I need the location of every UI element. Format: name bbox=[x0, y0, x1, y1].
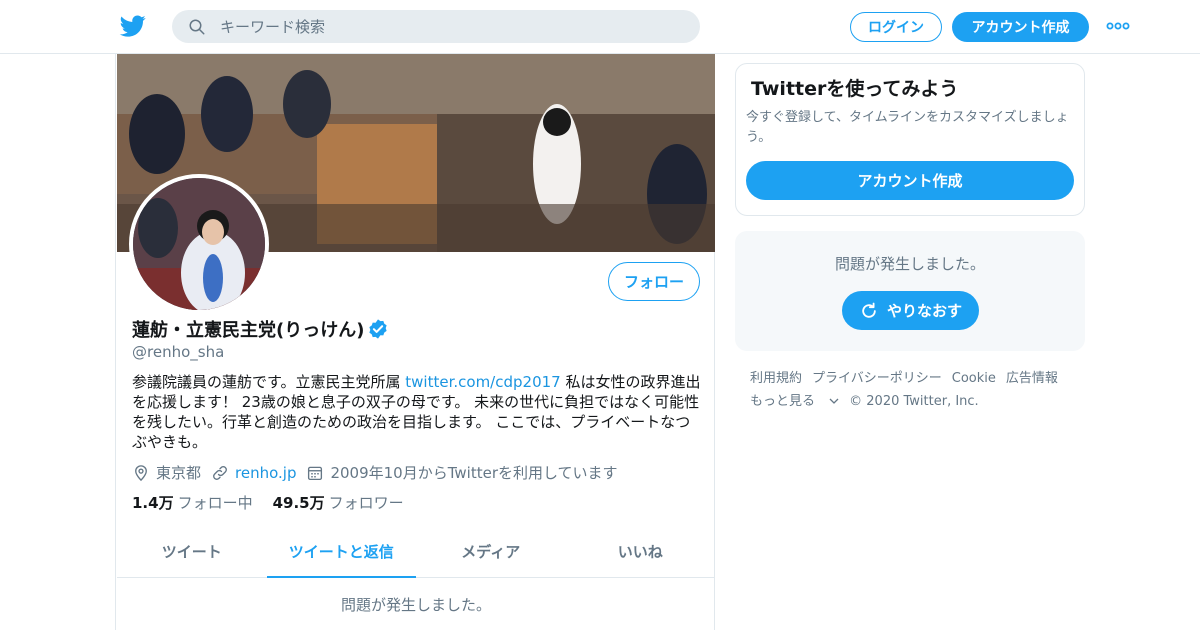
location-item: 東京都 bbox=[132, 462, 201, 483]
tab-tweets[interactable]: ツイート bbox=[117, 526, 267, 577]
profile-handle: @renho_sha bbox=[132, 343, 225, 361]
retry-button[interactable]: やりなおす bbox=[842, 291, 979, 330]
avatar-photo bbox=[133, 178, 265, 310]
profile-tabs: ツイート ツイートと返信 メディア いいね bbox=[117, 526, 715, 578]
follow-button[interactable]: フォロー bbox=[608, 262, 700, 301]
signup-card: Twitterを使ってみよう 今すぐ登録して、タイムラインをカスタマイズしましょ… bbox=[735, 63, 1085, 216]
signup-card-title: Twitterを使ってみよう bbox=[751, 78, 959, 100]
footer-more-button[interactable]: もっと見る bbox=[750, 390, 839, 413]
footer-link-privacy[interactable]: プライバシーポリシー bbox=[812, 367, 942, 390]
retry-label: やりなおす bbox=[886, 302, 962, 320]
footer-link-ads[interactable]: 広告情報 bbox=[1006, 367, 1058, 390]
followers-count: 49.5万 bbox=[272, 494, 325, 512]
following-label: フォロー中 bbox=[177, 494, 253, 512]
tab-tweets-and-replies[interactable]: ツイートと返信 bbox=[266, 526, 417, 578]
signup-card-button[interactable]: アカウント作成 bbox=[746, 161, 1074, 200]
location-text: 東京都 bbox=[156, 464, 202, 482]
more-options-icon[interactable] bbox=[1106, 20, 1130, 32]
bio-text: 参議院議員の蓮舫です。立憲民主党所属 bbox=[132, 373, 406, 391]
signup-button[interactable]: アカウント作成 bbox=[952, 12, 1089, 42]
twitter-bird-icon[interactable] bbox=[119, 13, 147, 39]
top-navigation-bar: ログイン アカウント作成 bbox=[0, 0, 1200, 54]
website-item: renho.jp bbox=[211, 464, 296, 482]
profile-avatar[interactable] bbox=[129, 174, 269, 314]
following-count: 1.4万 bbox=[132, 494, 174, 512]
search-box[interactable] bbox=[172, 10, 700, 43]
footer-link-cookie[interactable]: Cookie bbox=[952, 367, 996, 390]
search-input[interactable] bbox=[220, 10, 680, 43]
tab-likes[interactable]: いいね bbox=[566, 526, 716, 577]
chevron-down-icon bbox=[829, 398, 839, 404]
followers-label: フォロワー bbox=[328, 494, 404, 512]
sidebar-footer: 利用規約 プライバシーポリシー Cookie 広告情報 もっと見る © 2020 Tw… bbox=[750, 367, 1080, 413]
search-icon bbox=[189, 19, 205, 35]
timeline-error-message: 問題が発生しました。 bbox=[340, 595, 491, 614]
bio-link[interactable]: twitter.com/cdp2017 bbox=[405, 373, 560, 391]
verified-badge-icon bbox=[369, 319, 388, 339]
sidebar-error-card: 問題が発生しました。 やりなおす bbox=[735, 231, 1085, 351]
joined-item: 2009年10月からTwitterを利用しています bbox=[306, 462, 618, 483]
link-icon bbox=[213, 465, 227, 480]
sidebar-error-message: 問題が発生しました。 bbox=[834, 255, 985, 273]
login-button[interactable]: ログイン bbox=[850, 12, 942, 42]
location-pin-icon bbox=[135, 464, 147, 481]
refresh-icon bbox=[862, 302, 876, 318]
calendar-icon bbox=[308, 466, 323, 480]
footer-more-label: もっと見る bbox=[750, 394, 816, 409]
profile-display-name: 蓮舫・立憲民主党(りっけん) bbox=[132, 320, 365, 341]
profile-stats: 1.4万 フォロー中 49.5万 フォロワー bbox=[132, 492, 424, 513]
website-link[interactable]: renho.jp bbox=[235, 464, 296, 482]
profile-name-row: 蓮舫・立憲民主党(りっけん) bbox=[132, 316, 389, 342]
profile-column: フォロー 蓮舫・立憲民主党(りっけん) @renho_sha 参議院議員の蓮舫で… bbox=[115, 54, 715, 630]
followers-stat[interactable]: 49.5万 フォロワー bbox=[273, 492, 404, 513]
footer-copyright: © 2020 Twitter, Inc. bbox=[849, 394, 979, 409]
footer-link-terms[interactable]: 利用規約 bbox=[750, 367, 802, 390]
joined-text: 2009年10月からTwitterを利用しています bbox=[330, 464, 618, 482]
profile-meta: 東京都 renho.jp 2009年10月からTwitterを利用しています bbox=[132, 462, 628, 483]
signup-card-description: 今すぐ登録して、タイムラインをカスタマイズしましょう。 bbox=[746, 110, 1069, 145]
tab-media[interactable]: メディア bbox=[416, 526, 566, 577]
profile-bio: 参議院議員の蓮舫です。立憲民主党所属 twitter.com/cdp2017 私… bbox=[132, 372, 702, 452]
following-stat[interactable]: 1.4万 フォロー中 bbox=[132, 492, 253, 513]
